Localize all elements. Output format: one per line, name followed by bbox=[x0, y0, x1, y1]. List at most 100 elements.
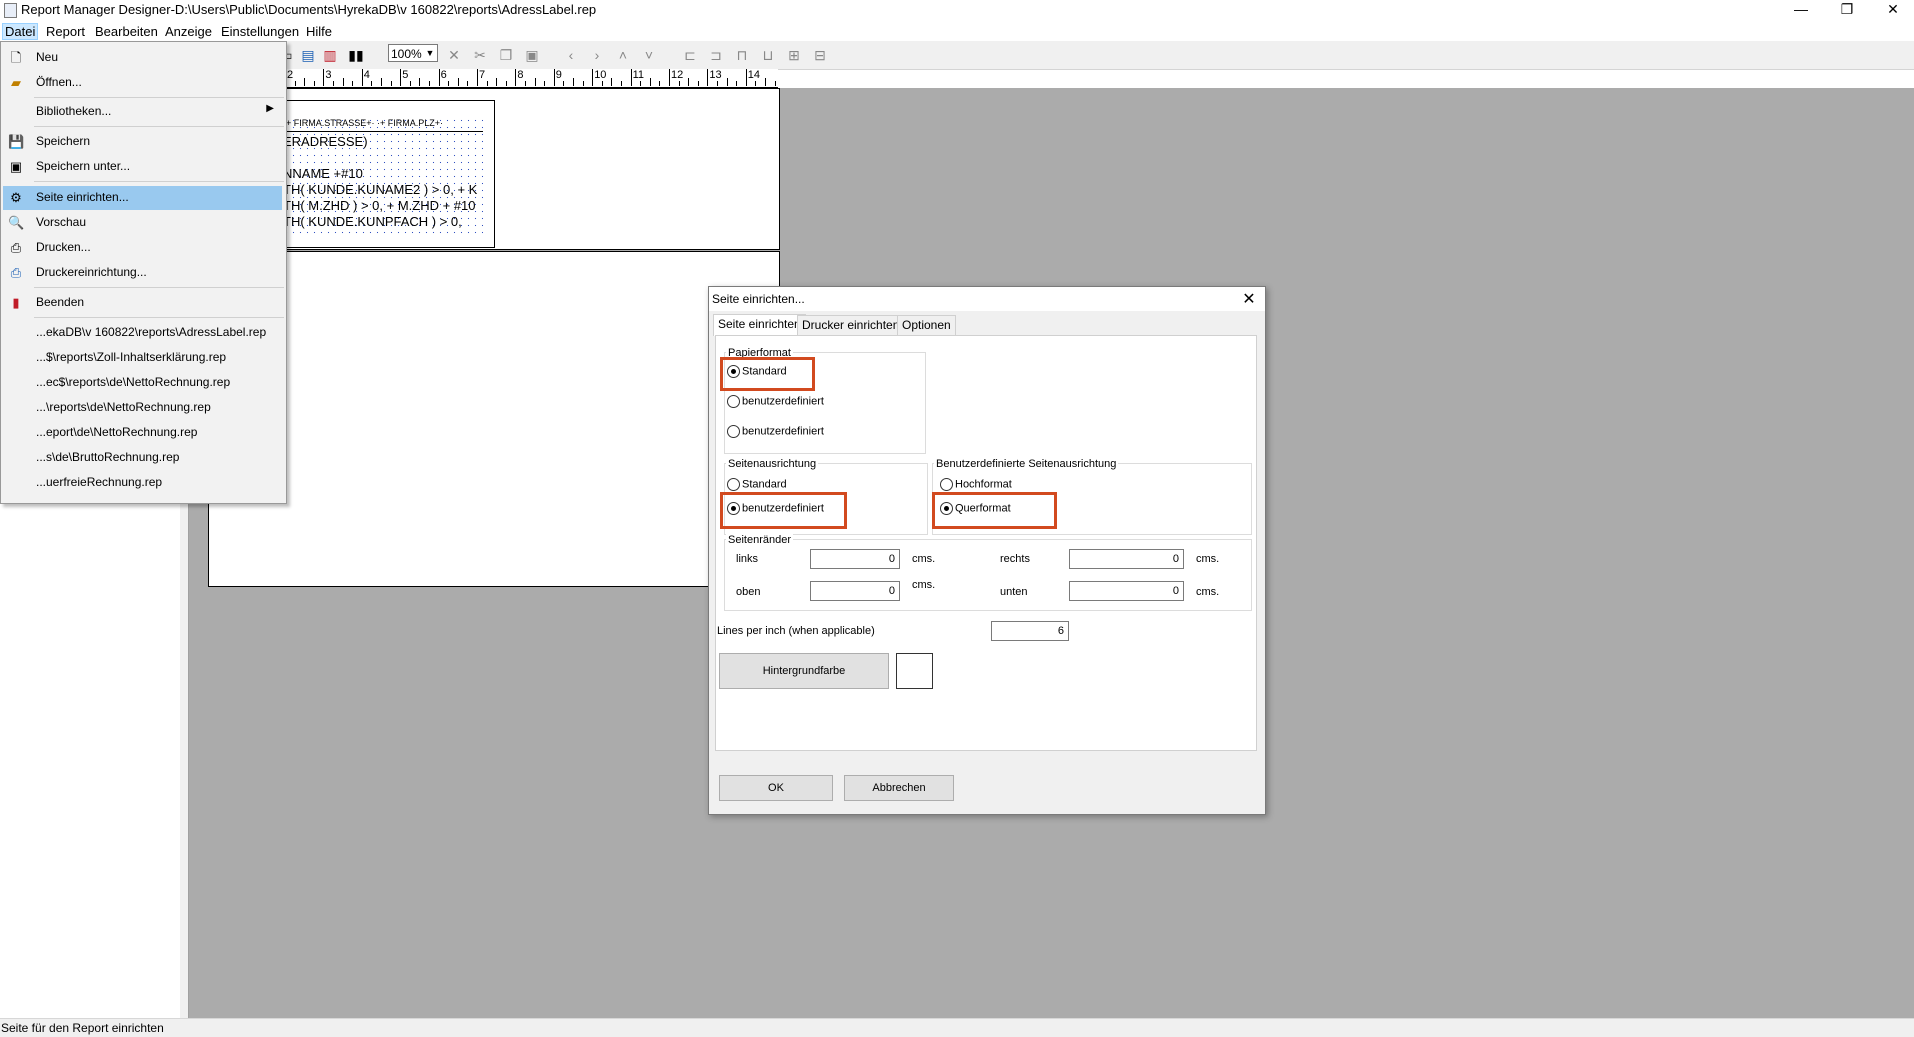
ruler-major-tick bbox=[553, 69, 555, 86]
ruler-major-tick bbox=[477, 69, 478, 86]
ruler-label: 9 bbox=[555, 69, 562, 81]
ruler-minor-tick bbox=[409, 81, 411, 86]
ruler-label: 8 bbox=[517, 69, 524, 81]
report-expression-4[interactable]: TH( KUNDE.KUNAME2 ) > 0, + K bbox=[283, 182, 483, 197]
radio-circle bbox=[727, 502, 740, 515]
ruler-minor-tick bbox=[649, 78, 651, 86]
radio-circle bbox=[727, 425, 740, 438]
move-left-icon[interactable]: ‹ bbox=[561, 45, 581, 65]
chart-tool-icon[interactable]: ▤ bbox=[298, 45, 318, 65]
space-horizontal-icon[interactable]: ⊞ bbox=[784, 45, 804, 65]
menu-item-bibliotheken[interactable]: Bibliotheken... ▶ bbox=[3, 100, 282, 124]
ruler-label: 12 bbox=[671, 69, 684, 81]
ruler-minor-tick bbox=[717, 81, 718, 86]
ruler-minor-tick bbox=[467, 81, 469, 86]
zoom-select[interactable]: 100% ▼ bbox=[388, 44, 438, 62]
recent-file-3[interactable]: ...ec$\reports\de\NettoRechnung.rep bbox=[3, 371, 282, 395]
move-right-icon[interactable]: › bbox=[587, 45, 607, 65]
bar-chart-icon[interactable]: ▥ bbox=[320, 45, 340, 65]
paste-icon[interactable]: ▣ bbox=[522, 45, 542, 65]
menu-datei[interactable]: Datei bbox=[2, 23, 39, 40]
align-left-icon[interactable]: ⊏ bbox=[680, 45, 700, 65]
tab-seite-einrichten[interactable]: Seite einrichten bbox=[713, 314, 806, 336]
copy-icon[interactable]: ❐ bbox=[496, 45, 516, 65]
report-expression-1[interactable]: ERADRESSE) bbox=[283, 134, 483, 149]
ok-button[interactable]: OK bbox=[719, 775, 833, 801]
recent-file-1[interactable]: ...ekaDB\v 160822\reports\AdressLabel.re… bbox=[3, 321, 282, 345]
menu-item-oeffnen[interactable]: ▰ Öffnen... bbox=[3, 71, 282, 95]
report-page-body[interactable] bbox=[208, 251, 780, 587]
dialog-close-icon[interactable]: ✕ bbox=[1239, 289, 1259, 309]
recent-file-4[interactable]: ...\reports\de\NettoRechnung.rep bbox=[3, 396, 282, 420]
minimize-button[interactable]: — bbox=[1778, 0, 1824, 20]
barcode-icon[interactable]: ▮▮ bbox=[346, 45, 366, 65]
ruler-major-tick bbox=[707, 69, 709, 86]
close-button[interactable]: ✕ bbox=[1870, 0, 1914, 20]
cancel-button[interactable]: Abbrechen bbox=[844, 775, 954, 801]
ruler-major-tick bbox=[630, 69, 632, 86]
tab-optionen[interactable]: Optionen bbox=[897, 315, 956, 336]
ruler-minor-tick bbox=[352, 81, 354, 86]
ruler-minor-tick bbox=[582, 81, 584, 86]
ruler-minor-tick bbox=[688, 78, 690, 86]
links-input[interactable]: 0 bbox=[810, 549, 900, 569]
radio-papier-benutzerdefiniert-1[interactable]: benutzerdefiniert bbox=[727, 395, 824, 413]
ruler-label: 4 bbox=[363, 69, 370, 81]
report-expression-6[interactable]: TH( KUNDE.KUNPFACH ) > 0, bbox=[283, 214, 483, 229]
radio-papier-benutzerdefiniert-2[interactable]: benutzerdefiniert bbox=[727, 425, 824, 443]
menu-item-druckereinrichtung[interactable]: ⎙ Druckereinrichtung... bbox=[3, 261, 282, 285]
menu-bearbeiten[interactable]: Bearbeiten bbox=[92, 23, 161, 40]
menu-item-speichern[interactable]: 💾 Speichern bbox=[3, 130, 282, 154]
align-center-icon[interactable]: ⊐ bbox=[706, 45, 726, 65]
menu-hilfe[interactable]: Hilfe bbox=[303, 23, 335, 40]
tab-drucker-einrichten[interactable]: Drucker einrichten bbox=[797, 315, 905, 336]
recent-file-7[interactable]: ...uerfreieRechnung.rep bbox=[3, 471, 282, 495]
menu-item-beenden[interactable]: ▮ Beenden bbox=[3, 291, 282, 315]
rechts-input[interactable]: 0 bbox=[1069, 549, 1184, 569]
horizontal-ruler: 2 3 4 5 6 7 8 9 10 11 12 13 14 bbox=[283, 69, 778, 88]
align-bottom-icon[interactable]: ⊔ bbox=[758, 45, 778, 65]
hintergrundfarbe-button[interactable]: Hintergrundfarbe bbox=[719, 653, 889, 689]
color-swatch[interactable] bbox=[896, 653, 933, 689]
menu-einstellungen[interactable]: Einstellungen bbox=[218, 23, 302, 40]
ruler-minor-tick bbox=[294, 81, 296, 86]
unten-label: unten bbox=[1000, 586, 1028, 598]
maximize-button[interactable]: ❐ bbox=[1824, 0, 1870, 20]
menu-anzeige[interactable]: Anzeige bbox=[162, 23, 215, 40]
report-expression-3[interactable]: NNAME +#10 bbox=[283, 166, 483, 181]
menu-item-speichern-unter[interactable]: ▣ Speichern unter... bbox=[3, 155, 282, 179]
ruler-minor-tick bbox=[448, 81, 450, 86]
recent-file-5[interactable]: ...eport\de\NettoRechnung.rep bbox=[3, 421, 282, 445]
delete-icon[interactable]: ✕ bbox=[444, 45, 464, 65]
lpi-input[interactable]: 6 bbox=[991, 621, 1069, 641]
ruler-label: 3 bbox=[325, 69, 332, 81]
recent-file-6[interactable]: ...s\de\BruttoRechnung.rep bbox=[3, 446, 282, 470]
space-vertical-icon[interactable]: ⊟ bbox=[810, 45, 830, 65]
ruler-major-tick bbox=[438, 69, 440, 86]
ruler-minor-tick bbox=[381, 78, 382, 86]
move-down-icon[interactable]: ˅ bbox=[639, 45, 659, 65]
radio-papier-standard[interactable]: Standard bbox=[727, 365, 787, 383]
oben-input[interactable]: 0 bbox=[810, 581, 900, 601]
save-as-icon: ▣ bbox=[9, 159, 23, 174]
menu-report[interactable]: Report bbox=[43, 23, 88, 40]
align-top-icon[interactable]: ⊓ bbox=[732, 45, 752, 65]
report-field-header[interactable]: ·+ FIRMA.STRASSE+· ·+ FIRMA.PLZ+· bbox=[283, 118, 483, 128]
menu-item-vorschau[interactable]: 🔍 Vorschau bbox=[3, 211, 282, 235]
menu-item-neu[interactable]: 🗋 Neu bbox=[3, 46, 282, 70]
unten-input[interactable]: 0 bbox=[1069, 581, 1184, 601]
chevron-down-icon: ▼ bbox=[425, 48, 435, 58]
ruler-minor-tick bbox=[333, 81, 334, 86]
move-up-icon[interactable]: ˄ bbox=[613, 45, 633, 65]
radio-querformat[interactable]: Querformat bbox=[940, 502, 1011, 520]
ruler-minor-tick bbox=[765, 78, 766, 86]
menu-item-drucken[interactable]: ⎙ Drucken... bbox=[3, 236, 282, 260]
recent-file-2[interactable]: ...$\reports\Zoll-Inhaltserklärung.rep bbox=[3, 346, 282, 370]
cut-icon[interactable]: ✂ bbox=[470, 45, 490, 65]
links-unit: cms. bbox=[912, 553, 936, 565]
radio-ausrichtung-benutzerdefiniert[interactable]: benutzerdefiniert bbox=[727, 502, 824, 520]
menu-item-seite-einrichten[interactable]: ⚙ Seite einrichten... bbox=[3, 186, 282, 210]
rechts-label: rechts bbox=[1000, 553, 1030, 565]
links-label: links bbox=[736, 553, 759, 565]
report-expression-5[interactable]: TH( M.ZHD ) > 0, + M.ZHD + #10 bbox=[283, 198, 483, 213]
